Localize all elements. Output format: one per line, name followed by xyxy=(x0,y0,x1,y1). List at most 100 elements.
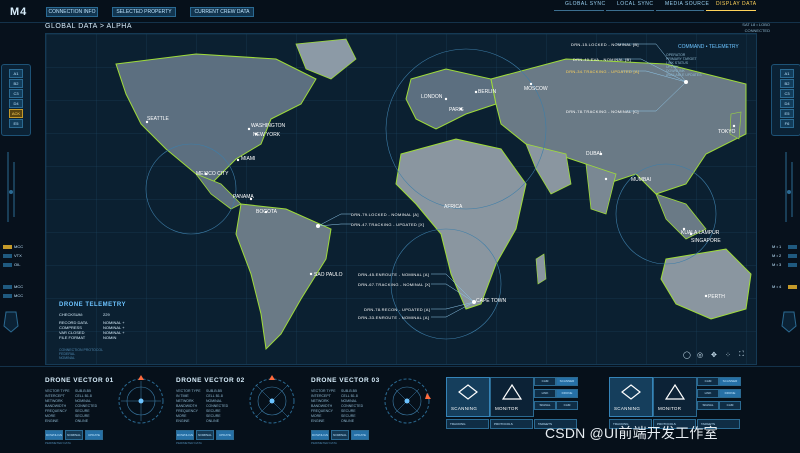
monitor-cell[interactable]: CAM xyxy=(556,401,578,410)
right-tag-m1[interactable]: M • 1 xyxy=(772,244,781,249)
tag-indicator xyxy=(3,263,12,267)
city-label[interactable]: PERTH xyxy=(708,294,725,300)
city-label[interactable]: SEATTLE xyxy=(147,116,169,122)
drone-vector-chips: DOWNLOAD NOMINAL UPDATE xyxy=(311,430,369,440)
left-tag-mcc[interactable]: MCC xyxy=(14,244,23,249)
city-label[interactable]: BERLIN xyxy=(478,89,496,95)
city-label[interactable]: KUALA LAMPUR xyxy=(681,230,719,236)
city-label[interactable]: BOGOTA xyxy=(256,209,277,215)
top-link-media-source[interactable]: MEDIA SOURCE xyxy=(665,1,709,7)
monitor-triangle-icon xyxy=(665,384,685,400)
right-tag-m2[interactable]: M • 2 xyxy=(772,253,781,258)
monitor-tile[interactable]: MONITOR xyxy=(490,377,534,417)
city-label[interactable]: WASHINGTON xyxy=(251,123,285,129)
city-label[interactable]: MIAMI xyxy=(241,156,255,162)
left-tag-mcc-2[interactable]: MCC xyxy=(14,284,23,289)
tag-indicator xyxy=(3,285,12,289)
drone-label[interactable]: DRN-45.ENROUTE - NOMINAL [A] xyxy=(358,272,429,277)
city-label[interactable]: DUBAI xyxy=(586,151,601,157)
top-link-display-data[interactable]: DISPLAY DATA xyxy=(716,1,757,7)
monitor-bar[interactable]: TRACKING xyxy=(446,419,489,429)
map-circle-icon[interactable]: ◯ xyxy=(683,351,691,359)
drone-label[interactable]: DRN-78.TRACKING - NOMINAL [C] xyxy=(566,109,639,114)
monitor-label: MONITOR xyxy=(495,406,519,411)
monitor-cell[interactable]: DRONE xyxy=(719,389,741,398)
telemetry-value: NOMIN xyxy=(103,335,117,340)
chip-update[interactable]: UPDATE xyxy=(351,430,369,440)
city-label[interactable]: CAPE TOWN xyxy=(476,298,506,304)
chip-download[interactable]: DOWNLOAD xyxy=(311,430,329,440)
drone-vector-title: DRONE VECTOR 03 xyxy=(311,377,380,384)
drone-label[interactable]: DRN-78.RECON - UPDATED [A] xyxy=(364,307,430,312)
command-row: AVAILABLE UPDATES xyxy=(666,73,702,77)
right-tag-m3[interactable]: M • 3 xyxy=(772,262,781,267)
map-move-icon[interactable]: ✥ xyxy=(711,351,717,359)
monitor-cell[interactable]: LINK xyxy=(697,389,719,398)
chip-download[interactable]: DOWNLOAD xyxy=(176,430,194,440)
city-label[interactable]: LONDON xyxy=(421,94,442,100)
stat-value: ONLINE xyxy=(206,419,220,423)
city-label[interactable]: TOKYO xyxy=(718,129,735,135)
chip-update[interactable]: UPDATE xyxy=(85,430,103,440)
monitor-cell[interactable]: CAM xyxy=(534,377,556,386)
left-tag-oil[interactable]: OIL xyxy=(14,262,20,267)
drone-label[interactable]: DRN-40.EVA - NOMINAL [B] xyxy=(573,57,631,62)
left-sidebar-decoration xyxy=(3,152,19,333)
city-label[interactable]: MUMBAI xyxy=(631,177,651,183)
left-tag-vtx[interactable]: VTX xyxy=(14,253,22,258)
scanning-icon xyxy=(621,384,641,400)
world-map[interactable]: SEATTLE NEW YORK WASHINGTON MIAMI MEXICO… xyxy=(45,33,757,365)
left-tag-mcc-3[interactable]: MCC xyxy=(14,293,23,298)
monitor-tile[interactable]: MONITOR xyxy=(653,377,697,417)
monitor-cell[interactable]: DRONE xyxy=(556,389,578,398)
city-label[interactable]: PARIS xyxy=(449,107,464,113)
city-label[interactable]: NEW YORK xyxy=(253,132,280,138)
drone-label[interactable]: DRN-79.LOCKED - NOMINAL [A] xyxy=(351,212,419,217)
drone-vector-01: DRONE VECTOR 01 VECTOR TYPE SUB-B.B5 INTE… xyxy=(45,367,175,451)
drone-label[interactable]: DRN-67.TRACKING - NOMINAL [X] xyxy=(358,282,431,287)
chip-nominal[interactable]: NOMINAL xyxy=(65,430,83,440)
drone-label[interactable]: DRN-15.LOCKED - NOMINAL [B] xyxy=(571,42,639,47)
monitor-cell[interactable]: SCANNER xyxy=(556,377,578,386)
top-link-local-sync[interactable]: LOCAL SYNC xyxy=(617,1,654,7)
top-link-global-sync[interactable]: GLOBAL SYNC xyxy=(565,1,606,7)
right-sidebar: A1 B2 C3 D4 E5 F6 M • 1 M • 2 M • 3 M • … xyxy=(766,42,800,362)
city-label[interactable]: AFRICA xyxy=(444,204,462,210)
chip-nominal[interactable]: NOMINAL xyxy=(331,430,349,440)
monitor-cell[interactable]: CAM xyxy=(697,377,719,386)
tab-crew-data-state[interactable]: CURRENT CREW DATA STATE xyxy=(190,7,254,17)
drone-label[interactable]: DRN-33.ENROUTE - NOMINAL [A] xyxy=(358,315,429,320)
map-fullscreen-icon[interactable]: ⛶ xyxy=(739,351,744,359)
map-dots-icon[interactable]: ⁘ xyxy=(725,351,731,359)
monitor-cell[interactable]: CAM xyxy=(719,401,741,410)
chip-download[interactable]: DOWNLOAD xyxy=(45,430,63,440)
drone-vector-footer: PERIMETER DATA xyxy=(176,441,202,445)
city-label[interactable]: SINGAPORE xyxy=(691,238,721,244)
command-telemetry-title: COMMAND • TELEMETRY xyxy=(678,44,739,50)
monitor-cell[interactable]: LINK xyxy=(534,389,556,398)
monitor-cell[interactable]: SIGNAL xyxy=(697,401,719,410)
drone-label[interactable]: DRN-47.TRACKING - UPDATED [X] xyxy=(351,222,424,227)
drone-vector-gauge xyxy=(384,378,431,424)
monitor-cell[interactable]: SCANNER xyxy=(719,377,741,386)
top-bar: M4 CONNECTION INFO SELECTED PROPERTY SET… xyxy=(0,0,800,23)
stat-value: ONLINE xyxy=(75,419,89,423)
tab-connection-info[interactable]: CONNECTION INFO xyxy=(46,7,98,17)
chip-update[interactable]: UPDATE xyxy=(216,430,234,440)
chip-nominal[interactable]: NOMINAL xyxy=(196,430,214,440)
city-label[interactable]: SAO PAULO xyxy=(314,272,343,278)
city-label[interactable]: MOSCOW xyxy=(524,86,548,92)
scanning-tile[interactable]: SCANNING xyxy=(609,377,653,417)
drone-label[interactable]: DRN-34.TRACKING - UPDATED [A] xyxy=(566,69,639,74)
drone-vector-stats: VECTOR TYPE SUB-B.B5 INTERCEPT CELL B1.8 N… xyxy=(45,389,97,424)
telemetry-value: 229 xyxy=(103,312,110,317)
scanning-tile[interactable]: SCANNING xyxy=(446,377,490,417)
city-label[interactable]: MEXICO CITY xyxy=(196,171,229,177)
tab-selected-property-settings[interactable]: SELECTED PROPERTY SETTINGS xyxy=(112,7,176,17)
monitor-cell[interactable]: SIGNAL xyxy=(534,401,556,410)
drone-vector-gauge xyxy=(249,375,295,424)
city-label[interactable]: PANAMA xyxy=(233,194,254,200)
monitor-bar[interactable]: PROTOCOLS xyxy=(490,419,533,429)
right-tag-m4[interactable]: M • 4 xyxy=(772,284,781,289)
map-target-icon[interactable]: ◎ xyxy=(697,351,703,359)
